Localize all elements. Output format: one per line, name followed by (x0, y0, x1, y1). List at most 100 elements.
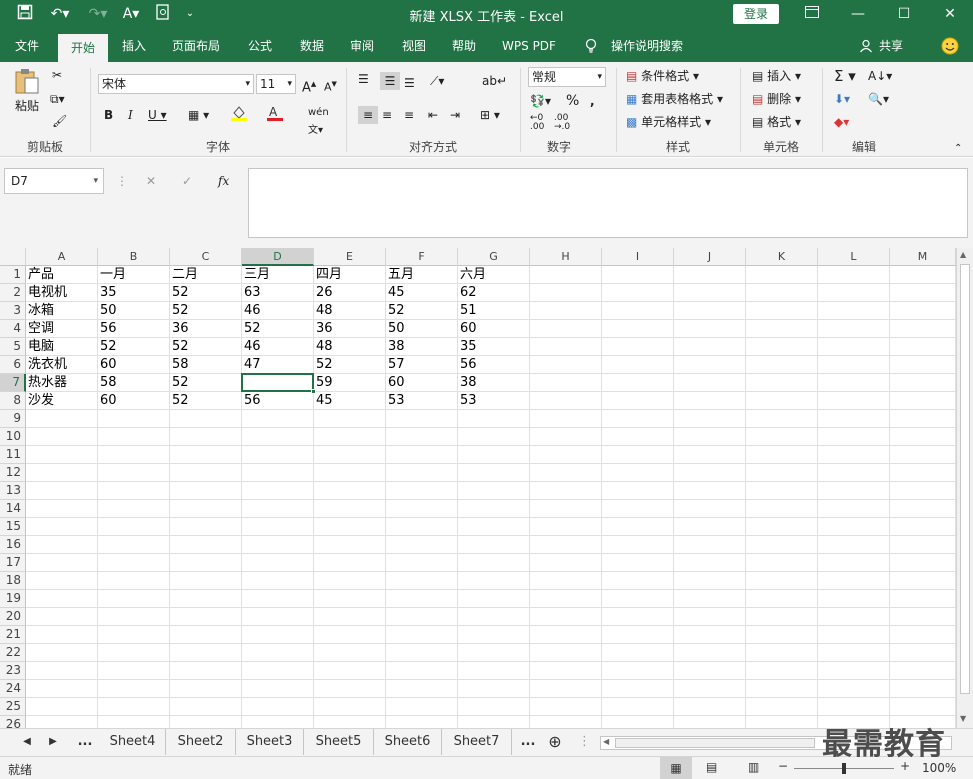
cell-k4[interactable] (746, 320, 818, 338)
cell-g14[interactable] (458, 500, 530, 518)
cell-g11[interactable] (458, 446, 530, 464)
cell-j10[interactable] (674, 428, 746, 446)
cell-l13[interactable] (818, 482, 890, 500)
cell-k15[interactable] (746, 518, 818, 536)
cell-b23[interactable] (98, 662, 170, 680)
customize-quick-access-icon[interactable]: ⌄ (182, 4, 198, 24)
tab-review[interactable]: 审阅 (340, 30, 384, 62)
cell-e22[interactable] (314, 644, 386, 662)
scroll-down-icon[interactable]: ▼ (960, 714, 966, 723)
cell-a8[interactable]: 沙发 (26, 392, 98, 410)
cell-k14[interactable] (746, 500, 818, 518)
cell-i4[interactable] (602, 320, 674, 338)
cell-i22[interactable] (602, 644, 674, 662)
cell-g9[interactable] (458, 410, 530, 428)
cell-l25[interactable] (818, 698, 890, 716)
cell-b1[interactable]: 一月 (98, 266, 170, 284)
cell-c22[interactable] (170, 644, 242, 662)
cell-a16[interactable] (26, 536, 98, 554)
row-header-26[interactable]: 26 (0, 716, 26, 728)
cell-i9[interactable] (602, 410, 674, 428)
cell-k9[interactable] (746, 410, 818, 428)
cell-b25[interactable] (98, 698, 170, 716)
cell-h11[interactable] (530, 446, 602, 464)
cell-d4[interactable]: 52 (242, 320, 314, 338)
align-right-icon[interactable]: ≡ (404, 106, 414, 124)
phonetic-icon[interactable]: wén 文▾ (308, 104, 329, 140)
cell-m20[interactable] (890, 608, 956, 626)
cell-m15[interactable] (890, 518, 956, 536)
row-header-22[interactable]: 22 (0, 644, 26, 662)
collapse-ribbon-icon[interactable]: ⌃ (954, 140, 962, 158)
cell-a26[interactable] (26, 716, 98, 728)
cell-l2[interactable] (818, 284, 890, 302)
cell-k11[interactable] (746, 446, 818, 464)
align-left-icon[interactable]: ≡ (358, 106, 378, 124)
cell-l23[interactable] (818, 662, 890, 680)
cell-g25[interactable] (458, 698, 530, 716)
cell-h7[interactable] (530, 374, 602, 392)
cell-d6[interactable]: 47 (242, 356, 314, 374)
cell-d5[interactable]: 46 (242, 338, 314, 356)
cell-a5[interactable]: 电脑 (26, 338, 98, 356)
cell-j22[interactable] (674, 644, 746, 662)
cell-a9[interactable] (26, 410, 98, 428)
scroll-thumb[interactable] (960, 264, 970, 694)
page-break-view-icon[interactable]: ▥ (748, 760, 759, 774)
cell-m7[interactable] (890, 374, 956, 392)
cell-k3[interactable] (746, 302, 818, 320)
cell-a2[interactable]: 电视机 (26, 284, 98, 302)
cell-m6[interactable] (890, 356, 956, 374)
cell-l3[interactable] (818, 302, 890, 320)
cell-f19[interactable] (386, 590, 458, 608)
cell-h21[interactable] (530, 626, 602, 644)
cell-f8[interactable]: 53 (386, 392, 458, 410)
smiley-feedback-icon[interactable] (938, 30, 962, 62)
add-sheet-icon[interactable]: ⊕ (544, 729, 566, 755)
align-bottom-icon[interactable]: ☰ (404, 74, 415, 92)
formula-input[interactable] (248, 168, 968, 238)
cell-d3[interactable]: 46 (242, 302, 314, 320)
cell-e17[interactable] (314, 554, 386, 572)
cell-j15[interactable] (674, 518, 746, 536)
fill-handle[interactable] (311, 389, 316, 394)
active-cell-outline[interactable] (241, 373, 316, 394)
cell-f17[interactable] (386, 554, 458, 572)
cell-f22[interactable] (386, 644, 458, 662)
tell-me-search[interactable]: 操作说明搜索 (604, 30, 690, 62)
cell-k22[interactable] (746, 644, 818, 662)
cell-f26[interactable] (386, 716, 458, 728)
row-header-10[interactable]: 10 (0, 428, 26, 446)
cell-i13[interactable] (602, 482, 674, 500)
cell-i8[interactable] (602, 392, 674, 410)
column-header-k[interactable]: K (746, 248, 818, 266)
cell-e14[interactable] (314, 500, 386, 518)
cell-l24[interactable] (818, 680, 890, 698)
cell-k21[interactable] (746, 626, 818, 644)
cell-e9[interactable] (314, 410, 386, 428)
align-middle-icon[interactable]: ☰ (380, 72, 400, 90)
cell-b22[interactable] (98, 644, 170, 662)
login-button[interactable]: 登录 (733, 4, 779, 24)
cell-f7[interactable]: 60 (386, 374, 458, 392)
row-header-25[interactable]: 25 (0, 698, 26, 716)
cell-k24[interactable] (746, 680, 818, 698)
cell-a20[interactable] (26, 608, 98, 626)
cell-m18[interactable] (890, 572, 956, 590)
cell-h26[interactable] (530, 716, 602, 728)
cell-m16[interactable] (890, 536, 956, 554)
cell-l6[interactable] (818, 356, 890, 374)
cell-e1[interactable]: 四月 (314, 266, 386, 284)
cell-m8[interactable] (890, 392, 956, 410)
cell-j18[interactable] (674, 572, 746, 590)
cell-a13[interactable] (26, 482, 98, 500)
cell-b13[interactable] (98, 482, 170, 500)
cell-j4[interactable] (674, 320, 746, 338)
cell-e24[interactable] (314, 680, 386, 698)
cell-c11[interactable] (170, 446, 242, 464)
cell-k25[interactable] (746, 698, 818, 716)
cell-g6[interactable]: 56 (458, 356, 530, 374)
cell-f10[interactable] (386, 428, 458, 446)
cell-e15[interactable] (314, 518, 386, 536)
cell-c16[interactable] (170, 536, 242, 554)
